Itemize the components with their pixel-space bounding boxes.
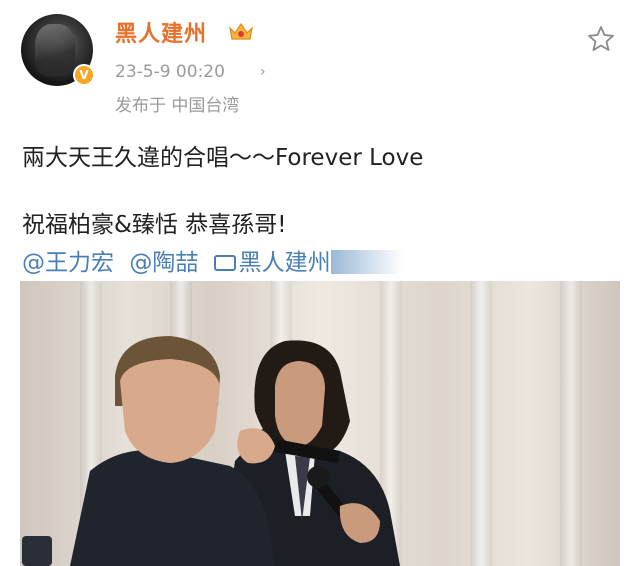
- video-link-fade: [330, 250, 403, 274]
- weibo-post: V 黑人建州 23-5-9 00:20 › 发布于 中国台湾 兩大天王久違的合唱…: [0, 0, 640, 566]
- mention-link[interactable]: @王力宏: [22, 250, 114, 276]
- post-timestamp[interactable]: 23-5-9 00:20: [115, 62, 225, 82]
- verified-icon: V: [73, 64, 95, 86]
- star-icon[interactable]: [586, 24, 616, 54]
- post-text-line-1: 兩大天王久違的合唱～～Forever Love: [22, 145, 424, 171]
- video-icon: [213, 255, 236, 271]
- username[interactable]: 黑人建州: [115, 16, 207, 48]
- post-photo[interactable]: [20, 281, 620, 566]
- video-link[interactable]: 黑人建州: [213, 250, 403, 276]
- avatar[interactable]: V: [21, 14, 97, 90]
- crown-icon: [229, 22, 253, 40]
- video-link-label: 黑人建州: [238, 250, 331, 276]
- chevron-right-icon: ›: [260, 64, 266, 80]
- photo-people: [22, 336, 400, 566]
- post-text-line-2: 祝福柏豪&臻恬 恭喜孫哥!: [22, 212, 287, 238]
- mentions-row: @王力宏 @陶喆 黑人建州: [22, 243, 403, 277]
- post-location: 发布于 中国台湾: [115, 96, 240, 116]
- mention-link[interactable]: @陶喆: [129, 250, 198, 276]
